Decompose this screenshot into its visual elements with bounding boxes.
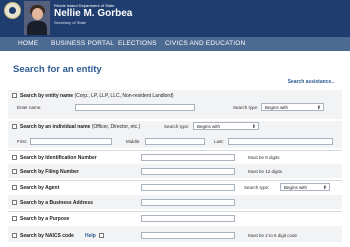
id-number-hint: Must be 9 digits <box>248 155 280 160</box>
individual-search-type-select[interactable]: Begins with ⬍ <box>193 122 259 130</box>
purpose-input[interactable] <box>141 215 235 222</box>
middle-name-input[interactable] <box>145 138 205 145</box>
nav-elections[interactable]: ELECTIONS <box>118 40 157 47</box>
naics-checkbox[interactable] <box>12 233 17 238</box>
nav-home[interactable]: HOME <box>18 40 38 47</box>
nav-civics-education[interactable]: CIVICS AND EDUCATION <box>165 40 245 47</box>
agent-search-type-select[interactable]: Begins with ⬍ <box>280 183 330 191</box>
first-name-input[interactable] <box>30 138 112 145</box>
entity-name-input[interactable] <box>75 104 195 111</box>
purpose-label: Search by a Purpose <box>20 216 70 222</box>
portrait-face <box>32 8 43 20</box>
row-divider <box>8 211 342 212</box>
naics-help-checkbox[interactable] <box>99 233 104 238</box>
purpose-checkbox[interactable] <box>12 216 17 221</box>
id-number-label: Search by Identification Number <box>20 155 97 161</box>
individual-name-heading: Search by an individual name (Officer, D… <box>20 124 141 130</box>
row-divider <box>8 150 342 151</box>
individual-search-type-label: Search type: <box>164 124 190 129</box>
id-number-checkbox[interactable] <box>12 155 17 160</box>
secretary-portrait <box>24 1 50 35</box>
agent-label: Search by Agent <box>20 185 60 191</box>
nav-business-portal[interactable]: BUSINESS PORTAL <box>51 40 114 47</box>
agent-search-type-label: Search type: <box>244 185 270 190</box>
page-title: Search for an entity <box>13 64 102 75</box>
entity-search-type-select[interactable]: Begins with ⬍ <box>261 103 324 111</box>
select-caret-icon: ⬍ <box>322 184 327 191</box>
last-name-input[interactable] <box>228 138 333 145</box>
last-name-label: Last: <box>214 139 224 144</box>
site-header: Rhode Island Department of State Nellie … <box>0 0 350 37</box>
individual-name-checkbox[interactable] <box>12 124 17 129</box>
state-seal-icon <box>4 2 21 19</box>
secretary-title: Secretary of State <box>54 20 87 25</box>
business-address-label: Search by a Business Address <box>20 200 93 206</box>
portrait-suit <box>27 21 47 35</box>
filing-number-hint: Must be 12 digits <box>248 169 283 174</box>
select-caret-icon: ⬍ <box>251 123 256 130</box>
filing-number-checkbox[interactable] <box>12 169 17 174</box>
entity-name-field-label: Enter name: <box>17 105 42 110</box>
filing-number-input[interactable] <box>141 168 235 175</box>
business-address-checkbox[interactable] <box>12 200 17 205</box>
naics-help-link[interactable]: Help <box>85 233 96 239</box>
row-divider <box>8 180 342 181</box>
search-assistance-link[interactable]: Search assistance.. <box>288 79 334 85</box>
individual-search-type-value: Begins with <box>197 124 221 129</box>
entity-search-type-value: Begins with <box>265 105 289 110</box>
first-name-label: First: <box>17 139 27 144</box>
agent-checkbox[interactable] <box>12 185 17 190</box>
agent-search-type-value: Begins with <box>284 185 308 190</box>
business-address-input[interactable] <box>141 199 235 206</box>
entity-name-checkbox[interactable] <box>12 93 17 98</box>
entity-name-heading: Search by entity name (Corp., LP, LLP, L… <box>20 93 174 99</box>
agent-input[interactable] <box>141 184 235 191</box>
select-caret-icon: ⬍ <box>316 104 321 111</box>
filing-number-label: Search by Filing Number <box>20 169 79 175</box>
id-number-input[interactable] <box>141 154 235 161</box>
naics-label: Search by NAICS code <box>20 233 74 239</box>
middle-name-label: Middle: <box>126 139 141 144</box>
naics-hint: Must be 2 to 6 digit code <box>248 233 298 238</box>
entity-search-type-label: Search type: <box>233 105 259 110</box>
main-nav: HOME BUSINESS PORTAL ELECTIONS CIVICS AN… <box>0 37 350 51</box>
secretary-name: Nellie M. Gorbea <box>54 8 133 19</box>
naics-input[interactable] <box>141 232 235 239</box>
